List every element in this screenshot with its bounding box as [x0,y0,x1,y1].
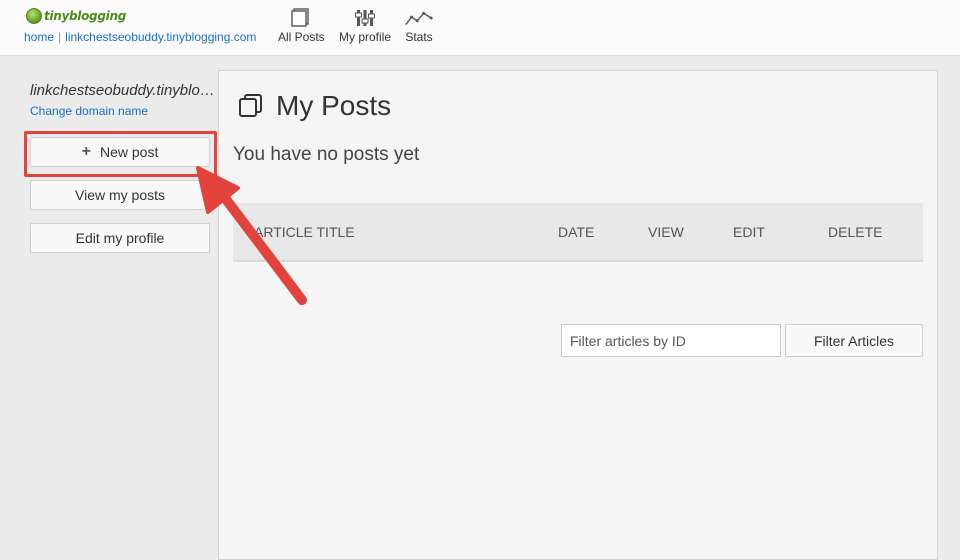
column-header-view[interactable]: VIEW [648,224,684,240]
top-bar: tinyblogging home | linkchestseobuddy.tiny… [0,0,960,56]
breadcrumb-domain[interactable]: linkchestseobuddy.tinyblogging.com [65,30,256,44]
logo-text: tinyblogging [44,9,126,23]
nav-label: All Posts [278,30,325,44]
posts-table-header: ARTICLE TITLE DATE VIEW EDIT DELETE [233,203,923,262]
column-header-date[interactable]: DATE [558,224,594,240]
filter-id-input[interactable] [561,324,781,357]
nav-my-profile[interactable]: My profile [339,8,391,44]
breadcrumb: home | linkchestseobuddy.tinyblogging.com [24,30,256,44]
filter-articles-button[interactable]: Filter Articles [785,324,923,357]
logo[interactable]: tinyblogging [26,8,126,24]
view-my-posts-button[interactable]: View my posts [30,180,210,210]
edit-my-profile-button[interactable]: Edit my profile [30,223,210,253]
pages-icon [291,8,310,27]
column-header-edit[interactable]: EDIT [733,224,765,240]
nav-all-posts[interactable]: All Posts [278,8,325,44]
edit-my-profile-label: Edit my profile [75,230,165,246]
nav-label: My profile [339,30,392,44]
view-my-posts-label: View my posts [75,187,165,203]
annotation-highlight-box [24,131,217,177]
logo-icon [26,8,42,24]
site-name: linkchestseobuddy.tinyblogging.com [30,82,218,99]
nav-stats[interactable]: Stats [405,8,433,44]
empty-posts-message: You have no posts yet [233,144,420,165]
line-chart-icon [405,11,433,25]
breadcrumb-separator: | [58,30,62,44]
page-title: My Posts [238,90,391,122]
sliders-icon [355,10,375,26]
page-title-text: My Posts [276,90,392,121]
pages-icon [239,94,262,117]
breadcrumb-home[interactable]: home [24,30,54,44]
nav-label: Stats [405,30,433,44]
change-domain-link[interactable]: Change domain name [30,104,148,118]
column-header-delete[interactable]: DELETE [828,224,882,240]
column-header-title[interactable]: ARTICLE TITLE [254,224,355,240]
